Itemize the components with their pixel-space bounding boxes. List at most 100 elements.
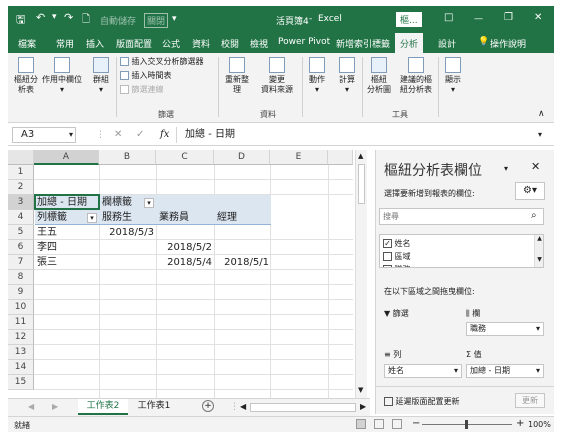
tab-review[interactable]: 校閱 (221, 37, 239, 50)
tab-design[interactable]: 設計 (438, 37, 456, 50)
change-source-button[interactable]: 變更 資料來源 (254, 57, 300, 95)
values-field-chip[interactable]: 加總 - 日期 ▾ (466, 364, 544, 378)
worksheet-grid[interactable]: A B C D E 1 2 3 4 5 6 7 8 9 10 11 12 13 … (8, 150, 353, 398)
cell-a7[interactable]: 張三 (35, 255, 57, 270)
row-header[interactable]: 5 (8, 225, 34, 240)
checkbox-icon[interactable] (384, 397, 393, 406)
zoom-in-button[interactable]: + (516, 418, 524, 429)
cell-c4[interactable]: 業務員 (157, 210, 189, 225)
calculations-button[interactable]: 計算 ▾ (334, 57, 360, 95)
chevron-down-icon[interactable]: ▾ (536, 365, 540, 377)
cell-a4[interactable]: 列標籤 (35, 210, 67, 225)
column-header-e[interactable]: E (270, 150, 328, 165)
filter-connections-button[interactable]: 篩選連線 (120, 85, 164, 95)
close-button[interactable]: ✕ (534, 12, 542, 23)
select-all-corner[interactable] (8, 150, 34, 165)
page-break-view-icon[interactable] (392, 419, 402, 429)
cell-c7[interactable]: 2018/5/4 (157, 255, 214, 270)
page-layout-view-icon[interactable] (374, 419, 384, 429)
tab-data[interactable]: 資料 (192, 37, 210, 50)
undo-dropdown-icon[interactable]: ▾ (52, 12, 57, 22)
defer-update-option[interactable]: 延遲版面配置更新 (384, 396, 460, 407)
zoom-slider-thumb[interactable] (465, 420, 468, 429)
chevron-down-icon[interactable]: ▾ (536, 323, 540, 335)
name-box-dropdown-icon[interactable]: ▾ (69, 130, 73, 139)
cell-d7[interactable]: 2018/5/1 (215, 255, 270, 270)
cell-b3[interactable]: 欄標籤 (100, 195, 132, 210)
zoom-level[interactable]: 100% (528, 420, 551, 429)
field-item[interactable]: 職務 (383, 264, 411, 267)
redo-icon[interactable]: ↷ (64, 11, 73, 24)
maximize-icon[interactable]: ❐ (504, 12, 513, 23)
new-file-icon[interactable]: 🗋 (82, 12, 90, 29)
row-header[interactable]: 8 (8, 270, 34, 285)
group-button[interactable]: 群組 ▾ (88, 57, 114, 95)
save-icon[interactable]: 🖫 (16, 11, 25, 30)
scroll-thumb[interactable] (358, 164, 365, 204)
row-label-filter-icon[interactable]: ▾ (87, 213, 97, 223)
qat-customize-icon[interactable]: ▾ (172, 14, 177, 24)
autosave-toggle[interactable]: 關閉 (144, 13, 169, 28)
chevron-down-icon[interactable]: ▾ (454, 365, 458, 377)
actions-button[interactable]: 動作 ▾ (304, 57, 330, 95)
scroll-left-icon[interactable]: ◀ (240, 402, 246, 411)
column-label-filter-icon[interactable]: ▾ (144, 198, 154, 208)
column-header-a[interactable]: A (34, 150, 99, 165)
panel-options-dropdown-icon[interactable]: ▾ (504, 164, 508, 173)
checkbox-icon[interactable] (383, 265, 392, 267)
show-button[interactable]: 顯示 ▾ (440, 57, 466, 95)
field-search-input[interactable]: 搜尋 (379, 208, 544, 225)
columns-field-chip[interactable]: 職務 ▾ (466, 322, 544, 336)
expand-formula-icon[interactable]: ▾ (538, 130, 542, 139)
undo-icon[interactable]: ↶ (36, 11, 45, 24)
tab-insert[interactable]: 插入 (86, 37, 104, 50)
tab-file[interactable]: 檔案 (18, 37, 36, 50)
tab-new-tab[interactable]: 新增索引標籤 (336, 37, 390, 50)
horizontal-scrollbar[interactable] (250, 403, 356, 412)
rows-field-chip[interactable]: 姓名 ▾ (384, 364, 462, 378)
row-header[interactable]: 1 (8, 165, 34, 180)
tab-power-pivot[interactable]: Power Pivot (278, 37, 330, 47)
refresh-button[interactable]: 重新整 理 (222, 57, 252, 95)
tell-me-search[interactable]: 操作說明 (490, 37, 526, 50)
row-header[interactable]: 15 (8, 375, 34, 390)
update-button[interactable]: 更新 (515, 393, 545, 408)
scroll-left-icon[interactable]: ◀ (28, 402, 34, 411)
sheet-tab[interactable]: 工作表1 (132, 399, 176, 415)
cell-d4[interactable]: 經理 (215, 210, 237, 225)
scroll-up-icon[interactable]: ▲ (358, 152, 363, 160)
scroll-right-icon[interactable]: ▶ (360, 402, 366, 411)
scroll-down-icon[interactable]: ▼ (358, 386, 363, 394)
collapse-ribbon-icon[interactable]: ∧ (538, 109, 545, 119)
row-header[interactable]: 7 (8, 255, 34, 270)
tab-home[interactable]: 常用 (56, 37, 74, 50)
column-header-d[interactable]: D (214, 150, 270, 165)
field-item[interactable]: ✓ 姓名 (383, 238, 411, 249)
cell-b5[interactable]: 2018/5/3 (100, 225, 156, 240)
row-header[interactable]: 13 (8, 345, 34, 360)
cell-a5[interactable]: 王五 (35, 225, 57, 240)
recommended-pivot-button[interactable]: 建議的樞 紐分析表 (396, 57, 436, 95)
row-header[interactable]: 9 (8, 285, 34, 300)
scroll-right-icon[interactable]: ▶ (52, 402, 58, 411)
row-header[interactable]: 3 (8, 195, 34, 210)
row-header[interactable]: 14 (8, 360, 34, 375)
cell-a3[interactable]: 加總 - 日期 (35, 195, 87, 210)
search-icon[interactable]: ⌕ (531, 210, 537, 221)
cell-a6[interactable]: 李四 (35, 240, 57, 255)
row-header[interactable]: 2 (8, 180, 34, 195)
add-sheet-button[interactable]: + (202, 400, 214, 412)
formula-input[interactable]: 加總 - 日期 (176, 127, 550, 143)
column-header-c[interactable]: C (156, 150, 214, 165)
name-box[interactable]: A3 (12, 127, 76, 143)
minimize-button[interactable]: — (474, 14, 483, 24)
column-header-b[interactable]: B (99, 150, 156, 165)
cancel-icon[interactable]: ✕ (114, 129, 122, 140)
gear-icon[interactable]: ⚙▾ (515, 182, 545, 200)
tab-view[interactable]: 檢視 (250, 37, 268, 50)
tab-page-layout[interactable]: 版面配置 (116, 37, 152, 50)
active-field-button[interactable]: 作用中欄位 ▾ (40, 57, 84, 95)
pivot-table-button[interactable]: 樞紐分 析表 (12, 57, 40, 95)
zoom-out-button[interactable]: − (412, 418, 420, 429)
cell-c6[interactable]: 2018/5/2 (157, 240, 214, 255)
